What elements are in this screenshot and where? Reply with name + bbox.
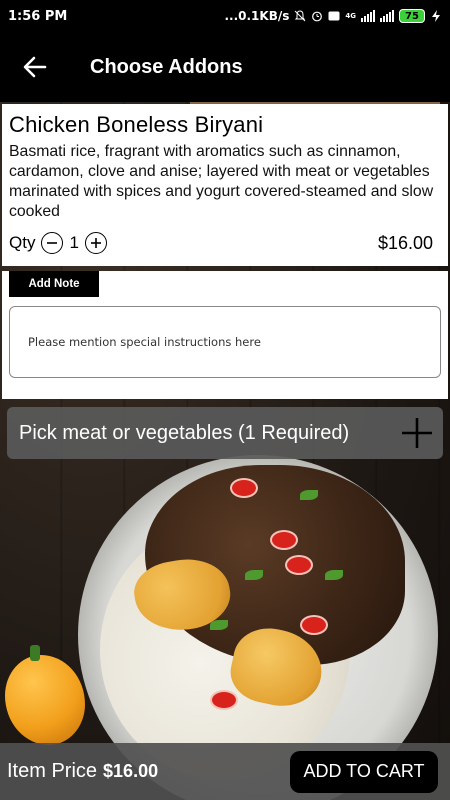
item-price: $16.00 [377, 232, 433, 253]
app-bar: Choose Addons [0, 32, 450, 102]
item-price-value: $16.00 [103, 761, 159, 781]
back-button[interactable] [0, 32, 70, 102]
decrease-quantity-button[interactable] [41, 232, 64, 254]
item-description: Basmati rice, fragrant with aromatics su… [9, 143, 434, 220]
addon-group-label: Pick meat or vegetables (1 Required) [19, 421, 350, 444]
battery-icon: 75 [399, 9, 425, 23]
alarm-icon [312, 11, 323, 22]
arrow-left-icon [23, 56, 47, 78]
item-card: Chicken Boneless Biryani Basmati rice, f… [2, 104, 448, 266]
note-section: Add Note Please mention special instruct… [2, 271, 448, 399]
network-speed: ...0.1KB/s [224, 9, 290, 23]
item-price-label: Item Price [7, 760, 98, 782]
minus-icon [47, 242, 58, 244]
item-name: Chicken Boneless Biryani [9, 112, 264, 137]
qty-label: Qty [9, 233, 36, 252]
status-time: 1:56 PM [8, 8, 68, 24]
plus-icon [402, 418, 432, 448]
quantity-row: Qty 1 $16.00 [9, 232, 433, 254]
status-indicators: ...0.1KB/s 4G 75 [224, 9, 442, 23]
add-to-cart-button[interactable]: ADD TO CART [290, 750, 438, 793]
add-note-button[interactable]: Add Note [9, 271, 99, 297]
quantity-stepper: Qty 1 [9, 232, 107, 254]
item-price-summary: Item Price $16.00 [7, 760, 158, 783]
network-type: 4G [345, 11, 356, 20]
page-title: Choose Addons [90, 55, 243, 78]
signal-icon-2 [380, 10, 394, 22]
charging-icon [432, 10, 440, 22]
addon-group-meat-or-vegetables[interactable]: Pick meat or vegetables (1 Required) [7, 407, 443, 459]
plus-icon [90, 238, 101, 248]
signal-icon [361, 10, 375, 22]
status-bar: 1:56 PM ...0.1KB/s 4G 75 [0, 0, 450, 32]
quantity-value: 1 [69, 233, 79, 252]
bottom-bar: Item Price $16.00 ADD TO CART [0, 743, 450, 800]
increase-quantity-button[interactable] [84, 232, 107, 254]
bell-off-icon [295, 10, 306, 22]
volte-icon [328, 11, 340, 21]
special-instructions-input[interactable]: Please mention special instructions here [9, 306, 441, 378]
